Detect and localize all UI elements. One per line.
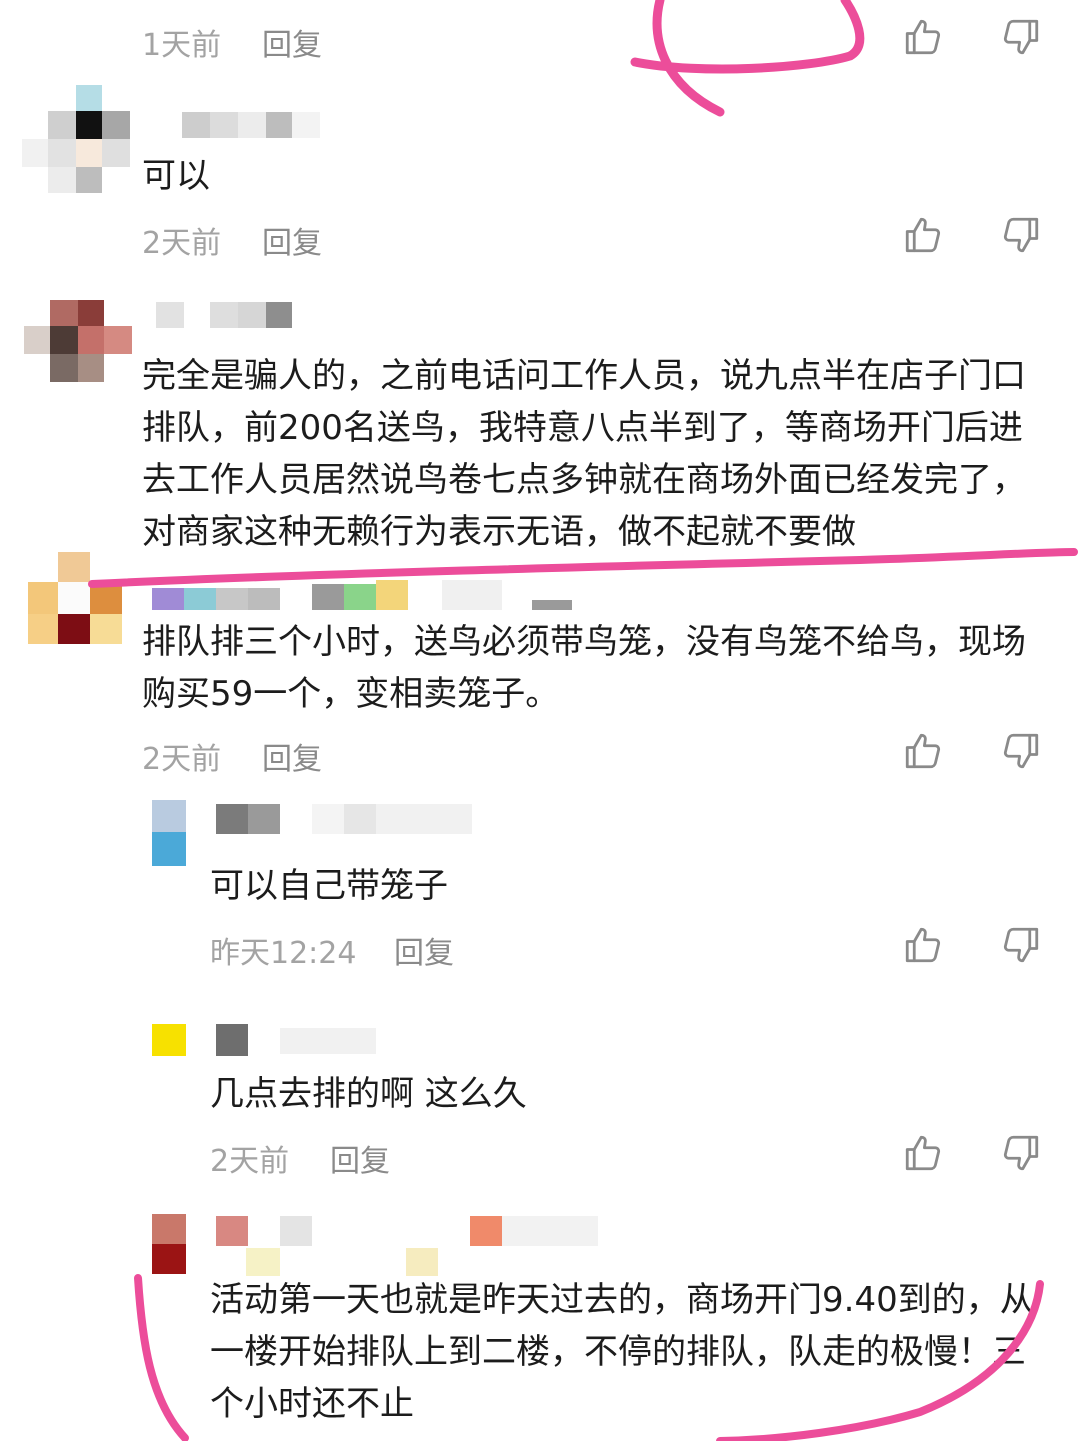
thumb-up-icon[interactable] bbox=[902, 730, 944, 772]
comment-time: 1天前 bbox=[142, 28, 222, 63]
comment-text: 完全是骗人的，之前电话问工作人员，说九点半在店子门口排队，前200名送鸟，我特意… bbox=[142, 356, 1026, 552]
username-blurred[interactable] bbox=[216, 1024, 386, 1056]
username-blurred[interactable] bbox=[152, 580, 632, 610]
avatar[interactable] bbox=[24, 300, 132, 382]
username-blurred[interactable] bbox=[216, 804, 486, 834]
reply-text: 几点去排的啊 这么久 bbox=[210, 1074, 527, 1114]
thumb-down-icon[interactable] bbox=[1000, 924, 1042, 966]
thumb-down-icon[interactable] bbox=[1000, 214, 1042, 256]
reply-time: 2天前 bbox=[210, 1144, 290, 1179]
reply-text: 活动第一天也就是昨天过去的，商场开门9.40到的，从一楼开始排队上到二楼，不停的… bbox=[210, 1280, 1034, 1424]
comment-time: 2天前 bbox=[142, 226, 222, 261]
reply-button[interactable]: 回复 bbox=[262, 218, 322, 262]
thumb-up-icon[interactable] bbox=[902, 214, 944, 256]
username-blurred[interactable] bbox=[216, 1216, 606, 1276]
thumb-up-icon[interactable] bbox=[902, 924, 944, 966]
username-blurred[interactable] bbox=[182, 112, 322, 138]
avatar[interactable] bbox=[152, 800, 186, 866]
avatar[interactable] bbox=[152, 1214, 186, 1274]
comment-time: 2天前 bbox=[142, 742, 222, 777]
thumb-down-icon[interactable] bbox=[1000, 730, 1042, 772]
reply-button[interactable]: 回复 bbox=[330, 1136, 390, 1180]
avatar[interactable] bbox=[22, 85, 130, 193]
reply-button[interactable]: 回复 bbox=[262, 20, 322, 64]
reply-time: 昨天12:24 bbox=[210, 936, 357, 971]
avatar[interactable] bbox=[152, 1024, 186, 1056]
comment-text: 排队排三个小时，送鸟必须带鸟笼，没有鸟笼不给鸟，现场购买59一个，变相卖笼子。 bbox=[142, 622, 1026, 714]
thumb-down-icon[interactable] bbox=[1000, 1132, 1042, 1174]
annotation-loop bbox=[630, 0, 865, 117]
thumb-up-icon[interactable] bbox=[902, 16, 944, 58]
username-blurred[interactable] bbox=[156, 302, 296, 328]
thumb-down-icon[interactable] bbox=[1000, 16, 1042, 58]
reply-button[interactable]: 回复 bbox=[262, 734, 322, 778]
thumb-up-icon[interactable] bbox=[902, 1132, 944, 1174]
reply-text: 可以自己带笼子 bbox=[210, 866, 448, 906]
comment-text: 可以 bbox=[142, 156, 210, 196]
reply-button[interactable]: 回复 bbox=[394, 928, 454, 972]
avatar[interactable] bbox=[28, 552, 124, 644]
